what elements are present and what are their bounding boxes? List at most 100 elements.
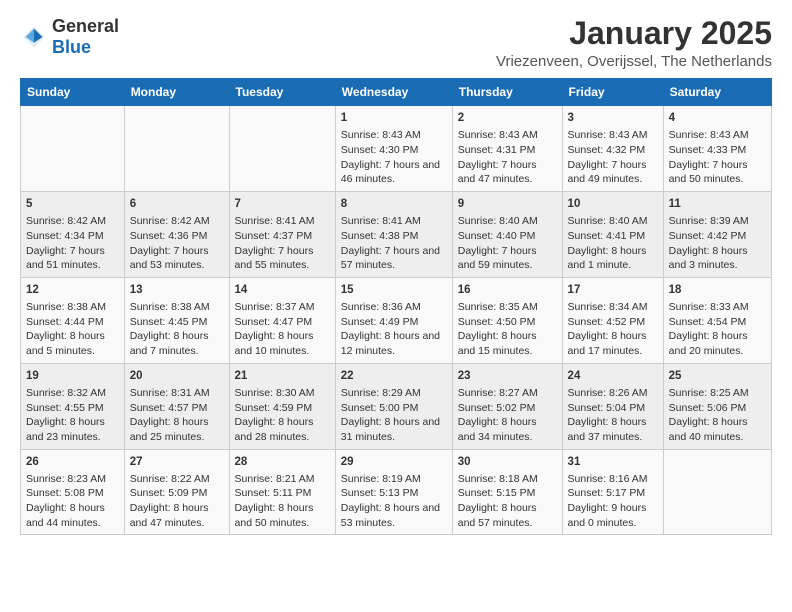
day-info: Daylight: 7 hours and 51 minutes. [26,244,119,273]
calendar-cell: 30Sunrise: 8:18 AMSunset: 5:15 PMDayligh… [452,449,562,535]
day-info: Sunrise: 8:39 AM [669,214,766,229]
day-info: Sunrise: 8:31 AM [130,386,224,401]
day-info: Sunrise: 8:42 AM [26,214,119,229]
calendar-cell: 5 Sunrise: 8:42 AMSunset: 4:34 PMDaylight… [21,192,125,278]
calendar-cell [663,449,771,535]
day-info: Sunset: 4:45 PM [130,315,224,330]
day-info: Daylight: 8 hours and 40 minutes. [669,415,766,444]
day-info: Sunrise: 8:43 AM [458,128,557,143]
day-info: Sunrise: 8:37 AM [235,300,330,315]
day-info: Sunset: 4:31 PM [458,143,557,158]
day-number: 5 [26,196,119,212]
day-info: Sunrise: 8:33 AM [669,300,766,315]
day-info: Sunrise: 8:22 AM [130,472,224,487]
calendar-cell: 16Sunrise: 8:35 AMSunset: 4:50 PMDayligh… [452,277,562,363]
day-number: 2 [458,110,557,126]
day-number: 13 [130,282,224,298]
day-number: 12 [26,282,119,298]
header-friday: Friday [562,79,663,106]
page-header: General Blue January 2025 Vriezenveen, O… [20,16,772,70]
day-info: Daylight: 7 hours and 57 minutes. [341,244,447,273]
calendar-cell: 31Sunrise: 8:16 AMSunset: 5:17 PMDayligh… [562,449,663,535]
day-info: Sunset: 5:04 PM [568,401,658,416]
day-info: Sunset: 4:54 PM [669,315,766,330]
logo-general: General [52,16,119,36]
calendar-cell: 26Sunrise: 8:23 AMSunset: 5:08 PMDayligh… [21,449,125,535]
calendar-cell: 14Sunrise: 8:37 AMSunset: 4:47 PMDayligh… [229,277,335,363]
day-number: 30 [458,454,557,470]
day-info: Sunset: 4:37 PM [235,229,330,244]
day-number: 26 [26,454,119,470]
day-info: Daylight: 7 hours and 55 minutes. [235,244,330,273]
calendar-cell: 24 Sunrise: 8:26 AMSunset: 5:04 PMDayligh… [562,363,663,449]
day-info: Daylight: 7 hours and 53 minutes. [130,244,224,273]
day-info: Daylight: 8 hours and 31 minutes. [341,415,447,444]
title-block: January 2025 Vriezenveen, Overijssel, Th… [496,16,772,70]
day-info: Sunset: 4:57 PM [130,401,224,416]
day-info: Daylight: 8 hours and 15 minutes. [458,329,557,358]
page-subtitle: Vriezenveen, Overijssel, The Netherlands [496,53,772,70]
day-number: 17 [568,282,658,298]
day-info: Sunrise: 8:16 AM [568,472,658,487]
day-info: Daylight: 9 hours and 0 minutes. [568,501,658,530]
day-info: Sunrise: 8:34 AM [568,300,658,315]
day-info: Sunset: 5:15 PM [458,486,557,501]
day-number: 8 [341,196,447,212]
calendar-week-3: 12Sunrise: 8:38 AMSunset: 4:44 PMDayligh… [21,277,772,363]
header-row: Sunday Monday Tuesday Wednesday Thursday… [21,79,772,106]
day-info: Sunrise: 8:29 AM [341,386,447,401]
day-number: 16 [458,282,557,298]
calendar-cell: 9Sunrise: 8:40 AMSunset: 4:40 PMDaylight… [452,192,562,278]
day-info: Daylight: 8 hours and 34 minutes. [458,415,557,444]
day-info: Daylight: 8 hours and 50 minutes. [235,501,330,530]
day-info: Sunrise: 8:26 AM [568,386,658,401]
day-info: Sunset: 4:59 PM [235,401,330,416]
calendar-cell: 17 Sunrise: 8:34 AMSunset: 4:52 PMDayligh… [562,277,663,363]
calendar-week-2: 5Sunrise: 8:42 AMSunset: 4:34 PMDaylight… [21,192,772,278]
day-info: Sunset: 5:06 PM [669,401,766,416]
day-info: Sunrise: 8:40 AM [568,214,658,229]
day-info: Daylight: 7 hours and 59 minutes. [458,244,557,273]
day-info: Sunset: 4:49 PM [341,315,447,330]
day-info: Daylight: 8 hours and 37 minutes. [568,415,658,444]
day-number: 1 [341,110,447,126]
calendar-header: Sunday Monday Tuesday Wednesday Thursday… [21,79,772,106]
day-info: Daylight: 8 hours and 12 minutes. [341,329,447,358]
calendar-cell: 10Sunrise: 8:40 AMSunset: 4:41 PMDayligh… [562,192,663,278]
day-info: Sunset: 5:17 PM [568,486,658,501]
calendar-cell [229,106,335,192]
day-info: Sunrise: 8:18 AM [458,472,557,487]
day-info: Sunset: 4:42 PM [669,229,766,244]
day-info: Sunset: 4:34 PM [26,229,119,244]
day-number: 27 [130,454,224,470]
day-info: Sunset: 4:30 PM [341,143,447,158]
logo-text: General Blue [52,16,119,58]
day-info: Sunset: 4:52 PM [568,315,658,330]
day-info: Daylight: 7 hours and 46 minutes. [341,158,447,187]
calendar-cell: 6Sunrise: 8:42 AMSunset: 4:36 PMDaylight… [124,192,229,278]
day-number: 11 [669,196,766,212]
day-number: 18 [669,282,766,298]
day-number: 10 [568,196,658,212]
day-info: Sunrise: 8:25 AM [669,386,766,401]
day-info: Sunset: 5:09 PM [130,486,224,501]
day-info: Sunset: 5:08 PM [26,486,119,501]
day-info: Sunrise: 8:36 AM [341,300,447,315]
day-info: Daylight: 8 hours and 17 minutes. [568,329,658,358]
header-thursday: Thursday [452,79,562,106]
day-info: Sunset: 4:47 PM [235,315,330,330]
calendar-cell: 18 Sunrise: 8:33 AMSunset: 4:54 PMDayligh… [663,277,771,363]
day-number: 24 [568,368,658,384]
logo-icon [20,23,48,51]
day-number: 4 [669,110,766,126]
calendar-cell: 25Sunrise: 8:25 AMSunset: 5:06 PMDayligh… [663,363,771,449]
day-number: 3 [568,110,658,126]
calendar-cell: 11Sunrise: 8:39 AMSunset: 4:42 PMDayligh… [663,192,771,278]
day-info: Sunset: 4:36 PM [130,229,224,244]
day-info: Daylight: 8 hours and 20 minutes. [669,329,766,358]
day-number: 7 [235,196,330,212]
day-info: Sunrise: 8:40 AM [458,214,557,229]
day-info: Sunset: 5:00 PM [341,401,447,416]
day-info: Sunrise: 8:41 AM [341,214,447,229]
calendar-cell: 29Sunrise: 8:19 AMSunset: 5:13 PMDayligh… [335,449,452,535]
